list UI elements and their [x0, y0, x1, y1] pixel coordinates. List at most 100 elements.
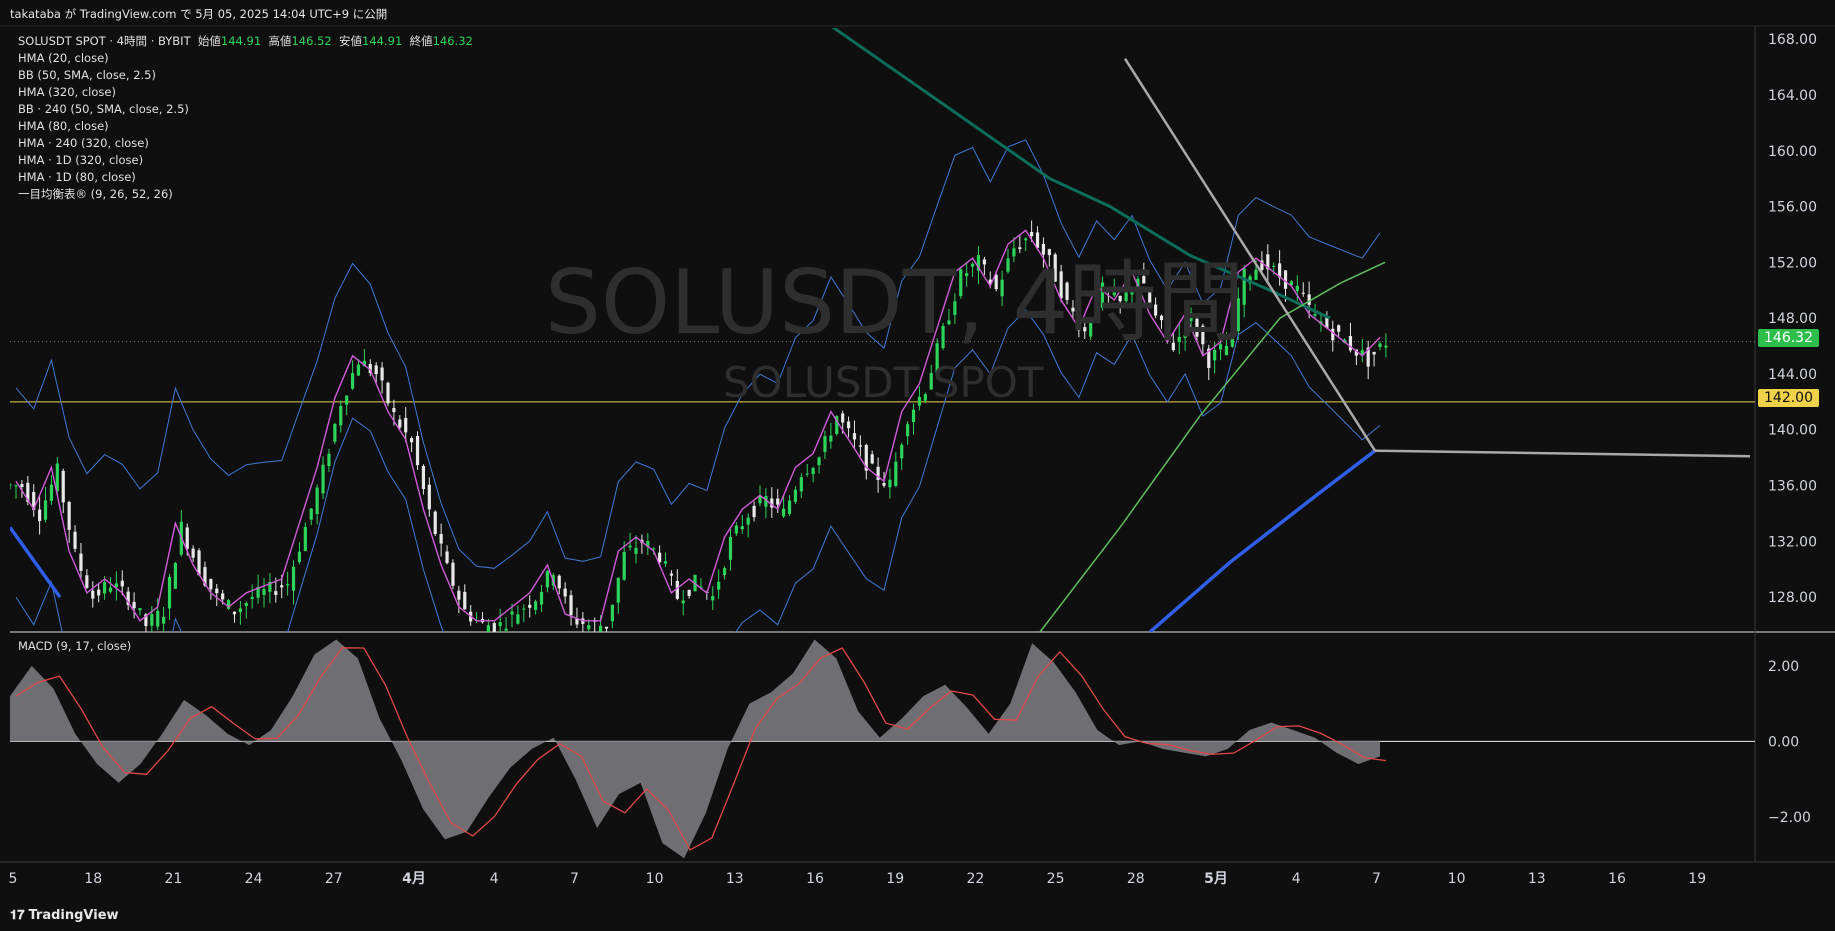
- candle-body: [616, 577, 620, 603]
- candle-body: [882, 482, 886, 486]
- candle-body: [829, 435, 833, 442]
- time-tick-label: 16: [1608, 871, 1626, 887]
- candle-body: [604, 626, 609, 629]
- candle-body: [415, 435, 420, 466]
- candle-body: [262, 589, 266, 595]
- tradingview-logo[interactable]: 𝟏𝟕 TradingView: [10, 908, 119, 923]
- candle-body: [309, 508, 313, 520]
- candle-body: [752, 505, 756, 518]
- close-value: 146.32: [432, 34, 473, 48]
- indicator-hma-1d-320[interactable]: HMA · 1D (320, close): [18, 152, 473, 169]
- candle-body: [587, 625, 591, 630]
- candle-body: [687, 589, 691, 597]
- candle-body: [663, 561, 668, 564]
- candle-body: [740, 526, 744, 530]
- candle-body: [386, 382, 390, 404]
- candle-body: [1384, 345, 1388, 348]
- indicator-hma-20[interactable]: HMA (20, close): [18, 50, 473, 67]
- open-value: 144.91: [220, 34, 262, 48]
- candle-body: [451, 562, 455, 586]
- time-tick-label: 10: [646, 871, 664, 887]
- macd-legend[interactable]: MACD (9, 17, close): [18, 639, 131, 653]
- candle-body: [811, 467, 815, 475]
- candle-body: [61, 470, 65, 503]
- time-tick-label: 16: [806, 871, 824, 887]
- candle-body: [510, 611, 514, 615]
- candle-body: [43, 500, 48, 520]
- low-value: 144.91: [362, 34, 403, 48]
- candle-body: [215, 588, 219, 594]
- time-tick-label: 4: [490, 871, 499, 887]
- candle-body: [427, 484, 431, 510]
- candle-body: [841, 413, 845, 423]
- indicator-hma-1d-80[interactable]: HMA · 1D (80, close): [18, 169, 473, 186]
- time-tick-label: 13: [1528, 871, 1546, 887]
- candle-body: [350, 373, 355, 389]
- candle-body: [628, 545, 632, 548]
- candle-body: [421, 465, 426, 490]
- candle-body: [498, 622, 502, 627]
- indicator-ichimoku[interactable]: 一目均衡表® (9, 26, 52, 26): [18, 186, 473, 203]
- indicator-bb-50[interactable]: BB (50, SMA, close, 2.5): [18, 67, 473, 84]
- candle-body: [711, 596, 715, 601]
- candle-body: [504, 628, 508, 631]
- candle-body: [634, 547, 638, 554]
- candle-body: [799, 477, 803, 492]
- indicator-hma-240-320[interactable]: HMA · 240 (320, close): [18, 135, 473, 152]
- candle-body: [67, 501, 71, 530]
- candle-body: [563, 588, 567, 597]
- watermark-sub: SOLUSDT SPOT: [723, 358, 1044, 407]
- price-tick-label: 132.00: [1768, 534, 1817, 550]
- current-price-badge: 146.32: [1758, 329, 1819, 347]
- candle-body: [1378, 343, 1382, 348]
- candle-body: [539, 591, 544, 605]
- candle-body: [433, 511, 437, 534]
- publish-header: takataba が TradingView.com で 5月 05, 2025…: [10, 7, 388, 21]
- candle-body: [528, 604, 532, 608]
- high-label: 高値: [268, 34, 292, 48]
- candle-body: [85, 575, 89, 588]
- candle-body: [1301, 292, 1305, 294]
- candle-body: [297, 551, 302, 562]
- price-tick-label: 140.00: [1768, 423, 1817, 439]
- candle-body: [445, 551, 449, 564]
- candle-body: [392, 407, 396, 413]
- time-tick-label: 13: [726, 871, 744, 887]
- candle-body: [439, 534, 443, 544]
- price-tick-label: 144.00: [1768, 367, 1817, 383]
- candle-body: [669, 573, 674, 576]
- candle-body: [717, 581, 721, 590]
- symbol-label: SOLUSDT SPOT · 4時間 · BYBIT: [18, 34, 191, 48]
- candle-body: [138, 608, 142, 611]
- candle-body: [516, 614, 520, 624]
- time-tick-label: 7: [1372, 871, 1381, 887]
- time-tick-label: 21: [164, 871, 182, 887]
- candle-body: [894, 461, 898, 487]
- candle-body: [545, 571, 550, 588]
- candle-body: [858, 445, 862, 447]
- candle-body: [102, 582, 107, 594]
- time-tick-label: 25: [1047, 871, 1065, 887]
- indicator-bb-240[interactable]: BB · 240 (50, SMA, close, 2.5): [18, 101, 473, 118]
- candle-body: [404, 418, 408, 433]
- price-tick-label: 168.00: [1768, 32, 1817, 48]
- candle-body: [906, 424, 910, 437]
- time-tick-label: 19: [886, 871, 904, 887]
- time-tick-label: 19: [1688, 871, 1706, 887]
- candle-body: [79, 553, 83, 571]
- candle-body: [463, 591, 467, 610]
- candle-body: [492, 623, 496, 632]
- price-tick-label: 136.00: [1768, 479, 1817, 495]
- indicator-hma-320[interactable]: HMA (320, close): [18, 84, 473, 101]
- candle-body: [345, 395, 349, 405]
- candle-body: [280, 585, 284, 588]
- candle-body: [339, 406, 343, 426]
- indicator-hma-80[interactable]: HMA (80, close): [18, 118, 473, 135]
- candle-body: [681, 600, 685, 604]
- candle-body: [356, 364, 361, 376]
- candle-body: [73, 531, 77, 549]
- candle-body: [232, 611, 237, 615]
- candle-body: [108, 587, 113, 592]
- candle-body: [805, 473, 809, 475]
- candle-body: [286, 584, 290, 586]
